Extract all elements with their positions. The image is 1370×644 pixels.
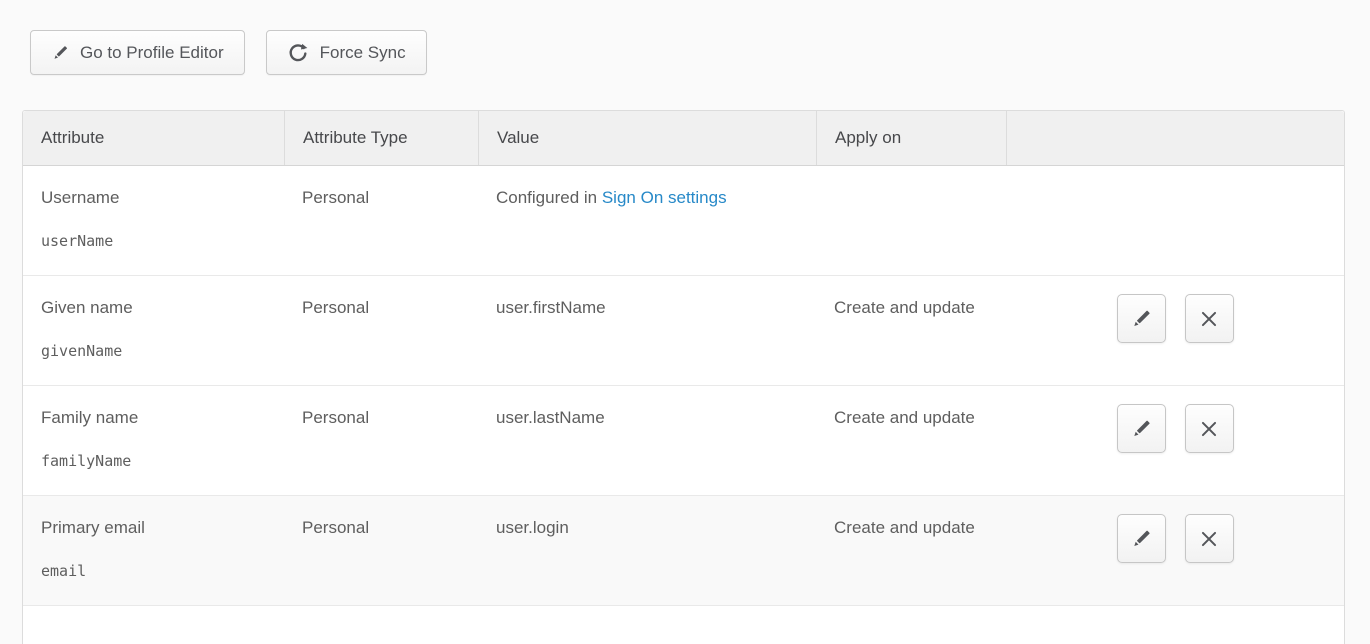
- attribute-display-name: Primary email: [41, 517, 266, 538]
- table-row: Primary email email Personal user.login …: [23, 496, 1344, 606]
- apply-on-cell: Create and update: [816, 276, 1006, 385]
- header-apply-on: Apply on: [816, 111, 1006, 165]
- pencil-icon: [1130, 308, 1152, 330]
- value-cell: user.firstName: [478, 276, 816, 385]
- edit-attribute-button[interactable]: [1117, 514, 1166, 563]
- header-actions: [1006, 111, 1344, 165]
- close-icon: [1198, 308, 1220, 330]
- force-sync-button[interactable]: Force Sync: [266, 30, 427, 75]
- table-row: Family name familyName Personal user.las…: [23, 386, 1344, 496]
- apply-on-cell: Create and update: [816, 496, 1006, 605]
- value-cell: user.lastName: [478, 386, 816, 495]
- attribute-display-name: Username: [41, 187, 266, 208]
- attribute-display-name: Family name: [41, 407, 266, 428]
- attribute-cell: Primary email email: [23, 496, 284, 605]
- pencil-icon: [51, 44, 69, 62]
- table-row: [23, 606, 1344, 644]
- value-prefix-text: Configured in: [496, 188, 602, 207]
- go-to-profile-editor-label: Go to Profile Editor: [80, 43, 224, 63]
- remove-attribute-button[interactable]: [1185, 294, 1234, 343]
- close-icon: [1198, 528, 1220, 550]
- go-to-profile-editor-button[interactable]: Go to Profile Editor: [30, 30, 245, 75]
- attribute-mapping-table: Attribute Attribute Type Value Apply on …: [22, 110, 1345, 644]
- edit-attribute-button[interactable]: [1117, 404, 1166, 453]
- table-row: Given name givenName Personal user.first…: [23, 276, 1344, 386]
- attribute-cell: Username userName: [23, 166, 284, 275]
- apply-on-cell: [816, 166, 1006, 275]
- force-sync-label: Force Sync: [320, 43, 406, 63]
- pencil-icon: [1130, 418, 1152, 440]
- actions-cell: [1006, 386, 1344, 495]
- attribute-type-cell: Personal: [284, 386, 478, 495]
- apply-on-cell: Create and update: [816, 386, 1006, 495]
- actions-cell: [1006, 166, 1344, 275]
- refresh-icon: [287, 42, 309, 64]
- attribute-variable-name: userName: [41, 231, 266, 252]
- value-cell: user.login: [478, 496, 816, 605]
- attribute-type-cell: Personal: [284, 166, 478, 275]
- attribute-variable-name: familyName: [41, 451, 266, 472]
- attribute-type-cell: Personal: [284, 276, 478, 385]
- attribute-cell: Given name givenName: [23, 276, 284, 385]
- actions-cell: [1006, 276, 1344, 385]
- attribute-type-cell: Personal: [284, 496, 478, 605]
- toolbar: Go to Profile Editor Force Sync: [0, 0, 1370, 75]
- remove-attribute-button[interactable]: [1185, 404, 1234, 453]
- value-cell: Configured in Sign On settings: [478, 166, 816, 275]
- table-header-row: Attribute Attribute Type Value Apply on: [23, 111, 1344, 166]
- actions-cell: [1006, 496, 1344, 605]
- header-attribute: Attribute: [23, 111, 284, 165]
- table-row: Username userName Personal Configured in…: [23, 166, 1344, 276]
- sign-on-settings-link[interactable]: Sign On settings: [602, 188, 727, 207]
- pencil-icon: [1130, 528, 1152, 550]
- close-icon: [1198, 418, 1220, 440]
- header-value: Value: [478, 111, 816, 165]
- attribute-variable-name: givenName: [41, 341, 266, 362]
- remove-attribute-button[interactable]: [1185, 514, 1234, 563]
- attribute-display-name: Given name: [41, 297, 266, 318]
- attribute-variable-name: email: [41, 561, 266, 582]
- header-attribute-type: Attribute Type: [284, 111, 478, 165]
- attribute-cell: Family name familyName: [23, 386, 284, 495]
- edit-attribute-button[interactable]: [1117, 294, 1166, 343]
